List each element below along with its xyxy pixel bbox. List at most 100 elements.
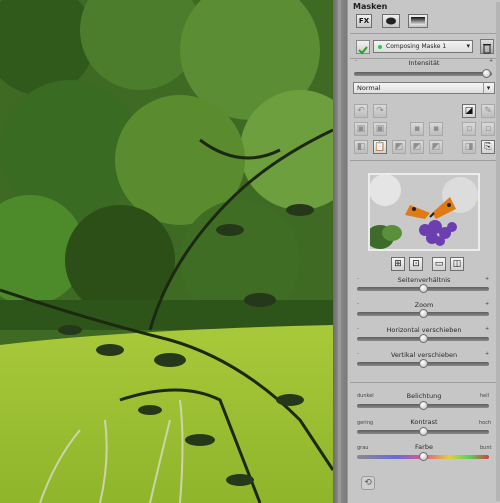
crop-icon: ⊡: [412, 259, 420, 269]
horizontal-shift-plus: +: [485, 326, 490, 332]
tool-icon: ▪: [432, 124, 440, 134]
chevron-down-icon: ▾: [466, 42, 470, 50]
export-icon: ⎘: [484, 142, 492, 152]
status-dot: [378, 45, 382, 49]
contrast-right-label: hoch: [479, 420, 492, 426]
tool-button[interactable]: ◩: [410, 140, 424, 154]
chevron-down-icon: ▾: [483, 83, 493, 93]
vertical-shift-slider-thumb[interactable]: [418, 359, 428, 368]
intensity-slider-thumb[interactable]: [481, 69, 491, 78]
tool-icon: ◧: [356, 142, 366, 152]
masks-panel: Masken FX Composing Maske 1 ▾ - Intensit…: [347, 0, 500, 503]
vertical-shift-plus: +: [485, 351, 490, 357]
reset-icon[interactable]: ⟲: [361, 476, 375, 490]
horizontal-shift-slider-thumb[interactable]: [418, 334, 428, 343]
intensity-label: Intensität: [408, 59, 440, 67]
ellipse-mask-icon: [386, 17, 396, 25]
tool-button[interactable]: ◨: [462, 140, 476, 154]
gradient-mask-button[interactable]: [408, 14, 428, 28]
contrast-slider-thumb[interactable]: [418, 427, 428, 436]
fit-view-button[interactable]: ⊞: [391, 257, 405, 271]
color-label: Farbe: [415, 443, 433, 451]
tool-button[interactable]: ◩: [429, 140, 443, 154]
color-slider-thumb[interactable]: [418, 452, 428, 461]
photo-image: [0, 0, 333, 503]
redo-button[interactable]: ↷: [373, 104, 387, 118]
brush-icon: ✎: [484, 106, 492, 116]
tool-button[interactable]: ▣: [354, 122, 368, 136]
mask-thumbnail[interactable]: [368, 173, 480, 251]
zoom-plus: +: [485, 301, 490, 307]
tool-button[interactable]: ▫: [481, 122, 495, 136]
color-left-label: grau: [357, 445, 369, 451]
tool-icon: ▣: [356, 124, 366, 134]
zoom-label: Zoom: [414, 301, 434, 309]
vertical-shift-label: Vertikal verschieben: [390, 351, 458, 359]
aspect-ratio-label: Seitenverhältnis: [397, 276, 451, 284]
screen-view-button[interactable]: ▭: [432, 257, 446, 271]
tool-icon: ◩: [394, 142, 404, 152]
mask-name: Composing Maske 1: [386, 43, 447, 50]
ellipse-mask-button[interactable]: [382, 14, 400, 28]
color-right-label: bunt: [480, 445, 492, 451]
undo-icon: ↶: [357, 106, 365, 116]
exposure-right-label: hell: [480, 393, 490, 399]
intensity-minus: -: [355, 58, 357, 64]
tool-icon: ▫: [465, 124, 473, 134]
separator: [350, 33, 497, 34]
separator: [350, 160, 497, 161]
blend-mode-select[interactable]: Normal ▾: [353, 82, 495, 94]
intensity-plus: +: [489, 58, 494, 64]
trash-icon: [483, 44, 491, 54]
invert-mask-button[interactable]: ◪: [462, 104, 476, 118]
crop-view-button[interactable]: ⊡: [409, 257, 423, 271]
tool-button[interactable]: ▪: [410, 122, 424, 136]
mask-selector[interactable]: Composing Maske 1 ▾: [373, 40, 473, 53]
gradient-mask-icon: [411, 17, 425, 25]
tool-button[interactable]: ▪: [429, 122, 443, 136]
brush-settings-button[interactable]: ✎: [481, 104, 495, 118]
paste-mask-button[interactable]: 📋: [373, 140, 387, 154]
separator: [350, 382, 497, 383]
export-mask-button[interactable]: ⎘: [481, 140, 495, 154]
vertical-shift-minus: -: [357, 351, 359, 357]
tool-button[interactable]: ◧: [354, 140, 368, 154]
panel-splitter[interactable]: [333, 0, 347, 503]
tool-icon: ◩: [431, 142, 441, 152]
zoom-minus: -: [357, 301, 359, 307]
tool-icon: ▣: [375, 124, 385, 134]
tool-icon: ◨: [464, 142, 474, 152]
tool-button[interactable]: ▣: [373, 122, 387, 136]
exposure-left-label: dunkel: [357, 393, 374, 399]
window-icon: ◫: [452, 259, 462, 269]
redo-icon: ↷: [376, 106, 384, 116]
mask-enabled-checkbox[interactable]: [356, 40, 370, 55]
exposure-label: Belichtung: [406, 392, 442, 400]
butterfly-thumbnail-image: [370, 175, 478, 249]
zoom-slider-thumb[interactable]: [418, 309, 428, 318]
grid-icon: ⊞: [394, 259, 402, 269]
horizontal-shift-minus: -: [357, 326, 359, 332]
contrast-left-label: gering: [357, 420, 374, 426]
panel-scrollbar[interactable]: [496, 2, 500, 501]
exposure-slider-thumb[interactable]: [418, 401, 428, 410]
intensity-slider[interactable]: [354, 72, 492, 76]
tool-button[interactable]: ▫: [462, 122, 476, 136]
tool-button[interactable]: ◩: [392, 140, 406, 154]
aspect-ratio-slider-thumb[interactable]: [418, 284, 428, 293]
invert-icon: ◪: [464, 106, 474, 116]
panel-title: Masken: [353, 2, 388, 11]
blend-mode-value: Normal: [357, 84, 381, 92]
aspect-ratio-plus: +: [485, 276, 490, 282]
aspect-ratio-minus: -: [357, 276, 359, 282]
tool-icon: ▫: [484, 124, 492, 134]
photo-canvas[interactable]: [0, 0, 333, 503]
contrast-label: Kontrast: [410, 418, 438, 426]
clipboard-icon: 📋: [374, 142, 386, 152]
fx-button[interactable]: FX: [356, 14, 372, 28]
delete-mask-button[interactable]: [480, 39, 494, 54]
horizontal-shift-label: Horizontal verschieben: [386, 326, 462, 334]
undo-button[interactable]: ↶: [354, 104, 368, 118]
window-view-button[interactable]: ◫: [450, 257, 464, 271]
tool-icon: ◩: [412, 142, 422, 152]
